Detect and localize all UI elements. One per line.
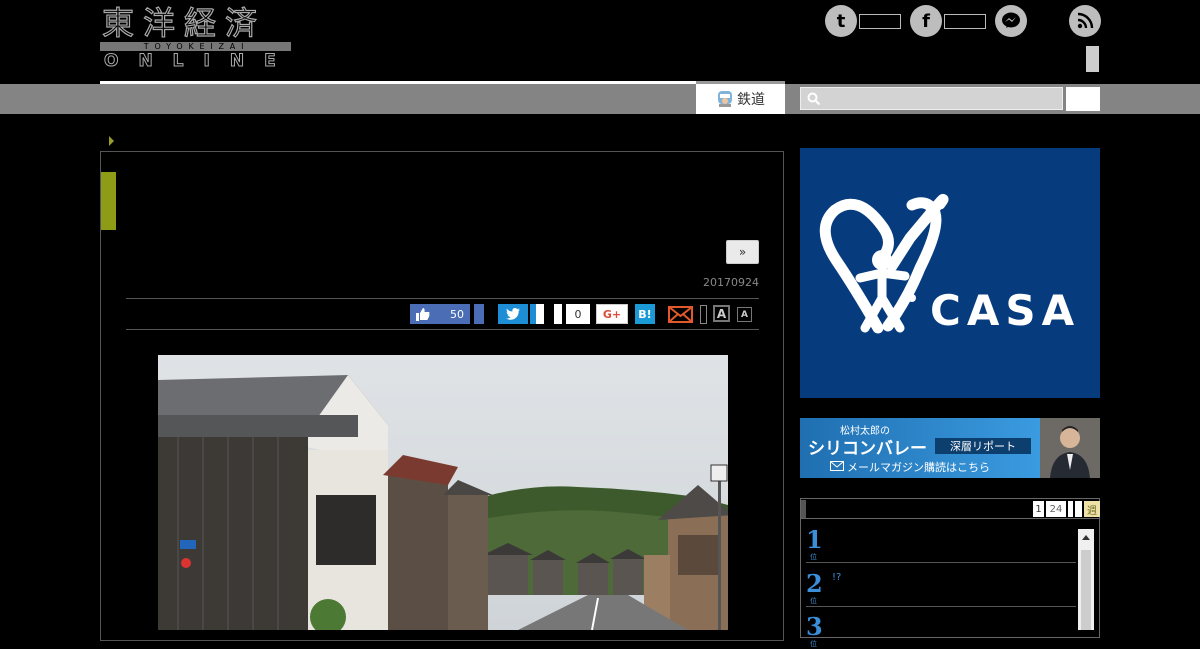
breadcrumb-arrow-icon: [109, 136, 114, 146]
rank-number: 1: [806, 525, 823, 554]
ranking-box: [800, 498, 1100, 638]
like-count: 50: [450, 307, 464, 321]
silicon-valley-banner[interactable]: 松村太郎の シリコンバレー 深層リポート メールマガジン購読はこちら: [800, 418, 1100, 478]
ranking-tab-3[interactable]: [1068, 501, 1073, 517]
tab-railway[interactable]: 鉄道: [696, 81, 785, 114]
logo-kanji[interactable]: 東洋経済: [101, 3, 266, 42]
search-icon: [807, 92, 821, 106]
rank-number: 3: [806, 612, 823, 641]
rank-suffix: 位: [810, 640, 817, 648]
scrollbar-thumb[interactable]: [1081, 550, 1091, 630]
casa-logo-icon: [819, 193, 949, 334]
ranking-divider: [806, 606, 1076, 607]
logo-roman: TOYOKEIZAI: [143, 42, 250, 51]
rss-glyph: [1077, 12, 1094, 29]
ranking-divider: [806, 562, 1076, 563]
ranking-scrollbar[interactable]: [1078, 529, 1094, 630]
scroll-up-icon[interactable]: [1078, 530, 1094, 544]
tweet-count-box: [530, 304, 544, 324]
ranking-tab-4[interactable]: [1075, 501, 1082, 517]
banner-title: シリコンバレー: [808, 439, 927, 459]
header-small-button[interactable]: [1086, 46, 1099, 72]
facebook-like-button[interactable]: 50: [410, 304, 470, 324]
facebook-icon[interactable]: f: [910, 5, 942, 37]
twitter-count-box: [859, 14, 901, 29]
font-small-button[interactable]: A: [737, 307, 752, 322]
banner-subtitle: 深層リポート: [935, 438, 1031, 454]
article-photo: [158, 355, 728, 630]
ranking-tab-24h[interactable]: 24: [1046, 501, 1066, 517]
casa-brand: CASA: [930, 286, 1081, 335]
ranking-tab-weekly[interactable]: 週: [1084, 501, 1100, 517]
next-page-button[interactable]: »: [726, 240, 759, 264]
rank-title: !?: [832, 572, 842, 583]
share-divider-bottom: [126, 329, 759, 330]
print-button[interactable]: [700, 305, 707, 324]
ranking-item-1[interactable]: 1 位: [806, 528, 823, 562]
ranking-header-line: [801, 518, 1099, 519]
twitter-bird-icon: [506, 308, 520, 320]
ranking-item-3[interactable]: 3 位: [806, 615, 823, 649]
title-accent-bar: [101, 172, 116, 230]
casa-ad[interactable]: CASA: [800, 148, 1100, 398]
logo-online: ONLINE: [104, 51, 296, 72]
hatena-bookmark-button[interactable]: B!: [635, 304, 655, 324]
train-icon: [718, 91, 732, 107]
rss-icon[interactable]: [1069, 5, 1101, 37]
font-large-button[interactable]: A: [713, 305, 730, 322]
rank-number: 2: [806, 569, 823, 598]
messenger-icon[interactable]: [995, 5, 1027, 37]
facebook-glyph: f: [922, 10, 930, 32]
tab-railway-label: 鉄道: [737, 92, 765, 108]
ranking-item-2[interactable]: 2 位 !?: [806, 569, 841, 606]
tweet-button[interactable]: [498, 304, 528, 324]
comment-button[interactable]: [554, 304, 562, 324]
banner-cta: メールマガジン購読はこちら: [847, 461, 990, 474]
gplus-button[interactable]: G+: [596, 304, 628, 324]
twitter-icon[interactable]: t: [825, 5, 857, 37]
facebook-share-button[interactable]: [474, 304, 484, 324]
email-icon[interactable]: [668, 304, 694, 324]
author-photo: [1040, 418, 1100, 478]
messenger-glyph: [1002, 12, 1020, 28]
mail-icon: [830, 461, 844, 471]
thumbs-up-icon: [416, 307, 430, 321]
search-input[interactable]: [800, 87, 1063, 110]
share-divider-top: [126, 298, 759, 299]
facebook-count-box: [944, 14, 986, 29]
twitter-glyph: t: [836, 10, 846, 32]
ranking-header-marker: [801, 500, 806, 518]
ranking-tab-1h[interactable]: 1: [1033, 501, 1044, 517]
comment-count: 0: [566, 304, 590, 324]
search-button[interactable]: [1066, 87, 1100, 111]
article-date: 20170924: [703, 276, 759, 289]
